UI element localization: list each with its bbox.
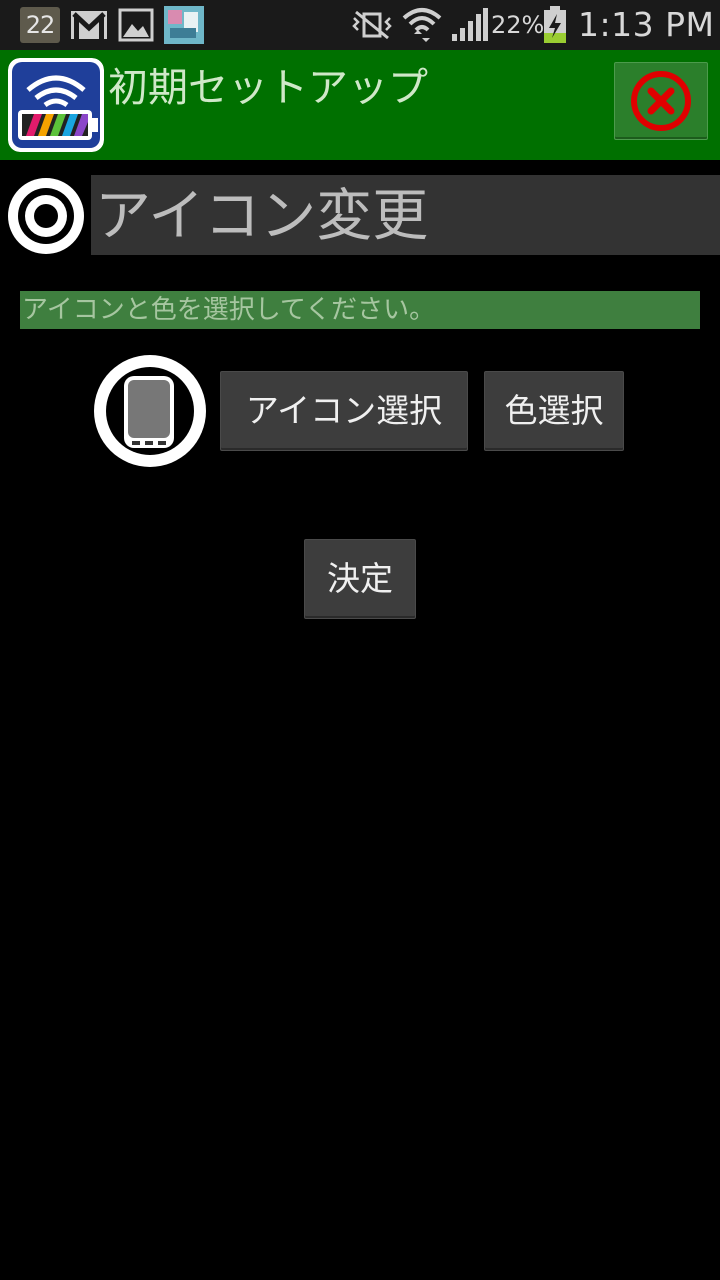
status-bar: 22 22% 1:13 PM <box>0 0 720 50</box>
smartphone-icon <box>94 355 206 467</box>
notification-count-badge: 22 <box>20 7 60 43</box>
target-circle-icon <box>7 177 85 255</box>
vibrate-mute-icon <box>352 10 392 40</box>
wifi-icon <box>402 6 442 44</box>
instruction-text: アイコンと色を選択してください。 <box>22 295 436 325</box>
close-button[interactable] <box>614 62 708 140</box>
color-select-button[interactable]: 色選択 <box>484 371 624 451</box>
close-circle-icon <box>631 71 691 131</box>
title-bar: 初期セットアップ <box>0 50 720 160</box>
app-thumbnail-icon <box>164 6 204 44</box>
icon-select-button[interactable]: アイコン選択 <box>220 371 468 451</box>
app-title: 初期セットアップ <box>108 65 428 111</box>
clock: 1:13 PM <box>578 5 715 44</box>
wifi-battery-app-icon <box>8 58 104 152</box>
battery-percent: 22% <box>491 11 545 39</box>
section-header: アイコン変更 <box>91 175 720 255</box>
battery-charging-icon <box>542 6 568 44</box>
confirm-button[interactable]: 決定 <box>304 539 416 619</box>
gmail-icon <box>70 10 108 40</box>
section-title: アイコン変更 <box>95 184 429 249</box>
image-icon <box>118 8 154 42</box>
screen: 22 22% 1:13 PM 初期セットアップ アイコン変更 アイコンと色を選択… <box>0 0 720 1280</box>
instruction-banner: アイコンと色を選択してください。 <box>20 291 700 329</box>
signal-icon <box>450 8 488 42</box>
